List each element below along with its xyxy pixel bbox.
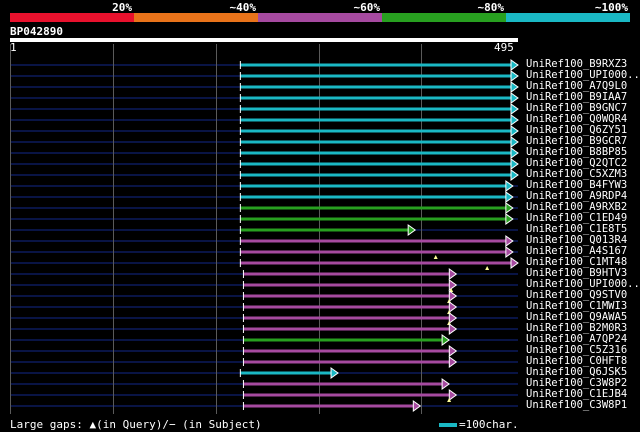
hit-arrow — [505, 213, 514, 225]
hit-arrow — [510, 70, 519, 82]
hit-arrow — [448, 301, 458, 313]
query-gap-marker — [485, 266, 490, 270]
hit-arrow — [510, 125, 519, 137]
hit-arrow — [510, 92, 519, 104]
hit-arrow — [510, 81, 519, 93]
hit-arrow — [448, 312, 458, 324]
hit-arrow — [441, 334, 450, 346]
hit-arrow — [505, 180, 514, 192]
hit-arrow — [407, 224, 417, 236]
hit-arrow — [448, 389, 458, 401]
scale-legend-text: =100char. — [459, 418, 519, 431]
hit-arrow — [441, 378, 450, 390]
hit-arrow — [448, 279, 458, 291]
hit-arrow — [505, 191, 514, 203]
hit-arrow — [510, 136, 519, 148]
hit-arrow — [510, 257, 519, 269]
hit-arrow — [505, 202, 514, 214]
hit-arrow — [448, 268, 458, 280]
hit-arrow — [448, 290, 458, 302]
large-gaps-legend: Large gaps: ▲(in Query)/− (in Subject) — [10, 418, 262, 431]
hit-arrow — [510, 103, 519, 115]
hit-arrow — [510, 59, 519, 71]
hit-arrow — [448, 323, 458, 335]
hit-arrow — [412, 400, 422, 412]
hit-arrow — [510, 114, 519, 126]
hit-arrow — [510, 169, 519, 181]
hit-arrow — [505, 235, 514, 247]
hit-arrow — [510, 147, 519, 159]
hit-arrow — [510, 158, 519, 170]
hit-arrow — [330, 367, 339, 379]
query-gap-marker — [433, 255, 438, 259]
hit-arrow — [448, 356, 458, 368]
hit-arrow — [505, 246, 514, 258]
hit-label[interactable]: UniRef100_C3W8P1 — [526, 399, 627, 411]
hit-arrow — [448, 345, 458, 357]
scale-legend-line — [439, 423, 457, 427]
